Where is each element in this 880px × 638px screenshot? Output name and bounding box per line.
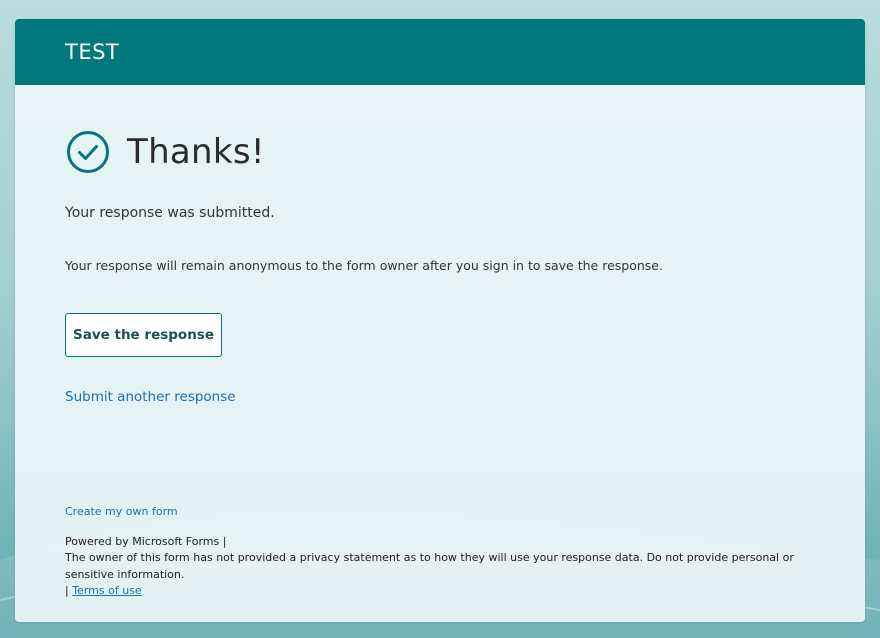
confirmation-content: Thanks! Your response was submitted. You… xyxy=(15,129,865,405)
submit-another-link[interactable]: Submit another response xyxy=(65,389,236,405)
powered-by-text: Powered by Microsoft Forms | xyxy=(65,534,227,548)
form-card: TEST Thanks! Your response was submitted… xyxy=(15,19,865,622)
footer: Create my own form Powered by Microsoft … xyxy=(65,504,825,600)
form-header: TEST xyxy=(15,19,865,85)
save-response-button[interactable]: Save the response xyxy=(65,313,222,357)
thanks-heading: Thanks! xyxy=(127,132,265,172)
anonymous-message: Your response will remain anonymous to t… xyxy=(65,258,663,273)
check-circle-icon xyxy=(65,129,111,175)
terms-row: | Terms of use xyxy=(65,583,825,600)
submitted-message: Your response was submitted. xyxy=(65,205,275,221)
terms-of-use-link[interactable]: Terms of use xyxy=(72,584,141,597)
privacy-notice: The owner of this form has not provided … xyxy=(65,551,794,581)
create-form-link[interactable]: Create my own form xyxy=(65,504,178,521)
form-title: TEST xyxy=(65,40,120,64)
thanks-row: Thanks! xyxy=(65,129,825,175)
